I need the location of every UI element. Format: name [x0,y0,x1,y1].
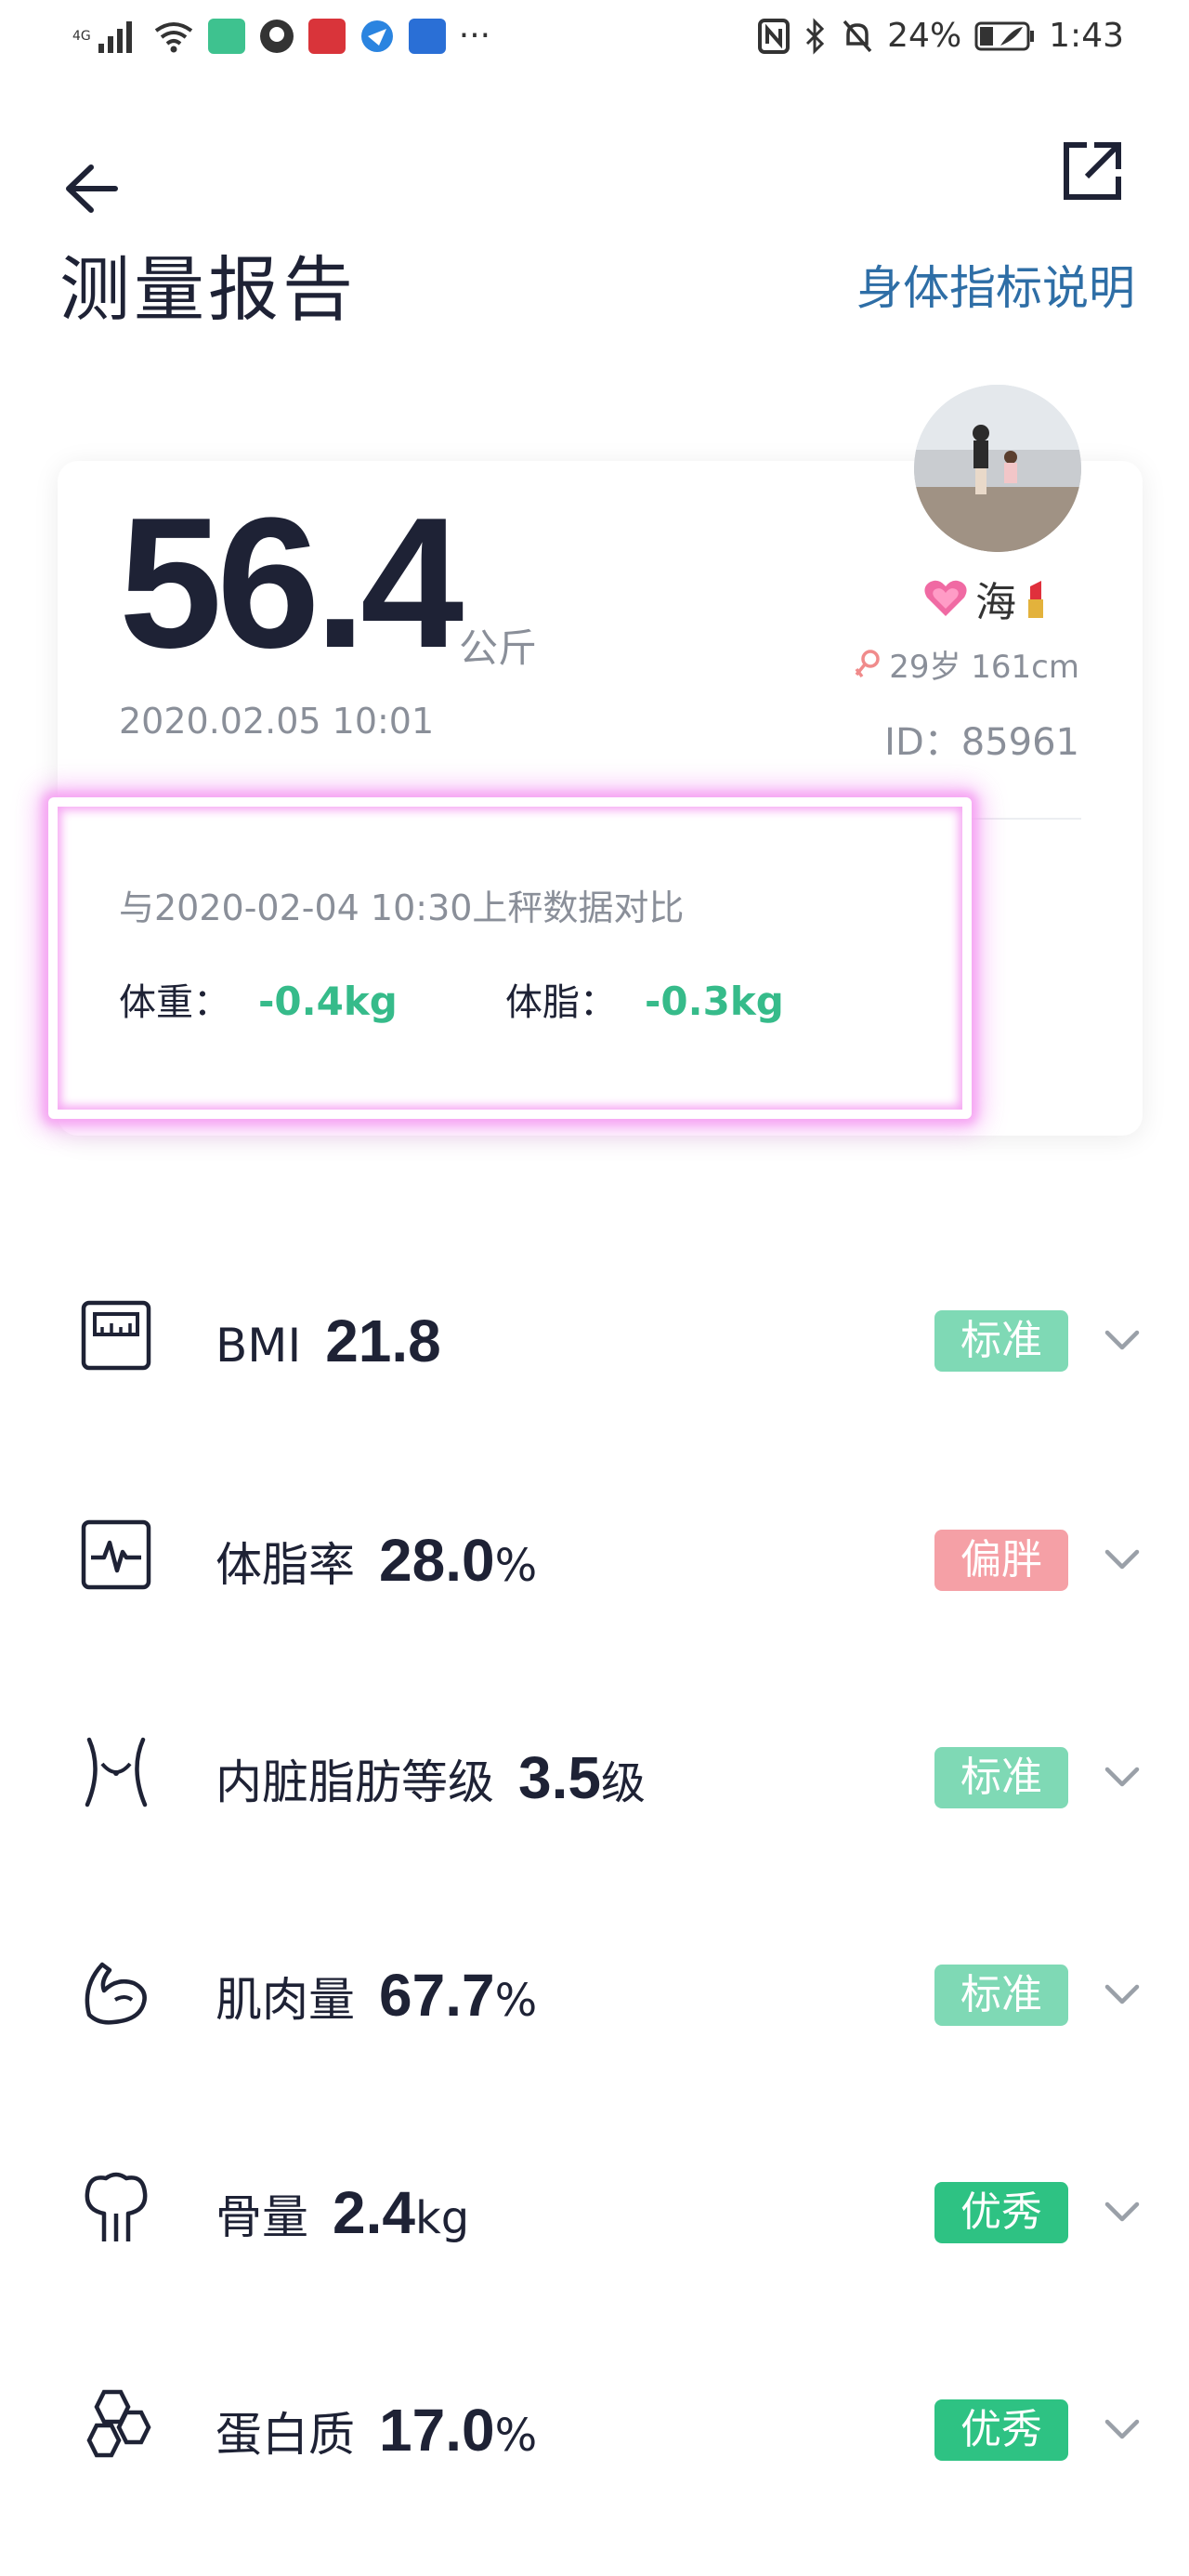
metric-value: 17.0 [379,2397,495,2464]
chevron-down-icon[interactable] [1102,1756,1143,1797]
metric-value: 67.7 [379,1962,495,2029]
comparison-highlight-box [48,797,972,1119]
weight-change: 体重： -0.4kg [119,972,398,1026]
news-app-icon [307,18,346,54]
weight-unit: 公斤 [459,625,538,671]
body-index-explanation-link[interactable]: 身体指标说明 [856,251,1135,318]
chevron-down-icon[interactable] [1102,2191,1143,2232]
status-badge: 标准 [934,1747,1068,1808]
metric-name: 骨量 [216,2190,308,2244]
metric-row-muscle[interactable]: 肌肉量 67.7% 标准 [0,1937,1189,2048]
user-age-height: 29岁 161cm [889,649,1079,686]
clock: 1:43 [1049,17,1124,55]
metric-unit: 级 [600,1757,646,1809]
metric-unit: kg [414,2192,470,2244]
metric-value: 28.0 [379,1527,495,1594]
avatar-photo [914,385,1081,552]
browser-icon [360,20,393,52]
chevron-down-icon[interactable] [1102,1539,1143,1580]
weight-change-value: -0.4kg [258,979,398,1024]
metric-value: 21.8 [325,1308,441,1374]
status-bar: 4G ··· 24% 1:43 [0,0,1189,84]
mail-app-icon [408,18,446,54]
fat-change-value: -0.3kg [645,979,784,1024]
weight-value: 56.4 [119,480,464,687]
avatar[interactable] [914,385,1081,552]
fat-change: 体脂： -0.3kg [505,972,784,1026]
metric-label: 内脏脂肪等级 3.5级 [216,1743,646,1812]
bone-icon [85,2172,148,2241]
signal-icon [98,20,132,53]
heart-rate-icon [81,1519,151,1590]
nfc-icon [758,18,790,54]
status-badge: 标准 [934,1965,1068,2026]
battery-icon [974,21,1035,50]
metric-name: 肌肉量 [216,1973,355,2027]
status-badge: 优秀 [934,2182,1068,2243]
metric-unit: % [494,1975,538,2027]
scale-icon [81,1300,151,1371]
metric-value: 3.5 [518,1744,601,1811]
measurement-datetime: 2020.02.05 10:01 [119,701,435,742]
metric-name: 内脏脂肪等级 [216,1755,494,1809]
metric-unit: % [494,1540,538,1592]
metric-name: BMI [216,1319,302,1373]
fat-change-label: 体脂： [505,981,617,1024]
metric-label: 肌肉量 67.7% [216,1961,537,2030]
network-type: 4G [72,28,91,44]
status-left: 4G ··· [72,17,490,55]
metric-label: 骨量 2.4kg [216,2178,469,2247]
more-notifications-icon: ··· [458,17,491,55]
app-notification-icon [207,18,245,54]
mute-bell-icon [843,20,872,52]
page-title: 测量报告 [59,248,357,331]
metric-unit: % [494,2410,538,2462]
metric-label: BMI 21.8 [216,1307,441,1375]
metric-label: 体脂率 28.0% [216,1526,537,1595]
user-info: 29岁 161cm [854,641,1079,687]
metric-row-protein[interactable]: 蛋白质 17.0% 优秀 [0,2372,1189,2483]
female-icon [855,649,880,677]
metric-name: 蛋白质 [216,2408,355,2462]
waist-icon [85,1737,148,1807]
protein-icon [86,2389,151,2458]
pink-heart-icon [924,580,967,616]
chevron-down-icon[interactable] [1102,1320,1143,1360]
status-badge: 标准 [934,1310,1068,1372]
metric-row-bone-mass[interactable]: 骨量 2.4kg 优秀 [0,2154,1189,2266]
comparison-title: 与2020-02-04 10:30上秤数据对比 [119,887,685,928]
back-arrow-icon[interactable] [58,156,123,221]
status-badge: 优秀 [934,2399,1068,2461]
share-icon[interactable] [1059,138,1126,204]
user-name: 海 [975,579,1016,626]
status-badge: 偏胖 [934,1530,1068,1591]
chevron-down-icon[interactable] [1102,1974,1143,2015]
metric-value: 2.4 [333,2179,415,2246]
battery-percent: 24% [887,17,962,55]
metric-row-bmi[interactable]: BMI 21.8 标准 [0,1282,1189,1394]
metric-row-body-fat[interactable]: 体脂率 28.0% 偏胖 [0,1502,1189,1613]
wifi-icon [154,21,192,52]
metric-name: 体脂率 [216,1538,355,1592]
metric-label: 蛋白质 17.0% [216,2396,537,2464]
bluetooth-icon [806,17,825,55]
weight-change-label: 体重： [119,981,230,1024]
chevron-down-icon[interactable] [1102,2409,1143,2450]
muscle-icon [85,1962,147,2025]
user-nickname: 海 [921,569,1050,628]
qq-icon [259,19,294,53]
status-right: 24% 1:43 [757,17,1124,55]
user-id: ID：85961 [884,721,1079,764]
lipstick-icon [1028,581,1043,618]
metric-row-visceral-fat[interactable]: 内脏脂肪等级 3.5级 标准 [0,1719,1189,1831]
